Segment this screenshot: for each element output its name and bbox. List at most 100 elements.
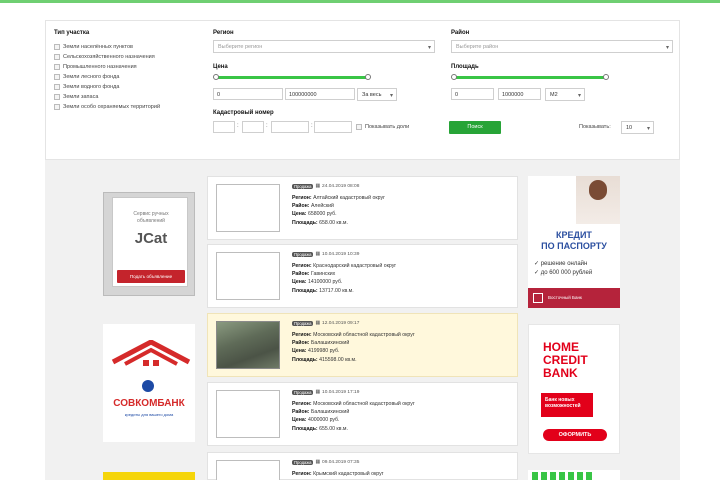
separator: : — [266, 123, 268, 129]
price-label: Цена — [213, 64, 228, 70]
filter-panel: Тип участка Земли населённых пунктов Сел… — [45, 20, 680, 160]
listing-region: Крымский кадастровый округ — [313, 471, 384, 477]
listing-thumbnail[interactable] — [216, 252, 280, 300]
region-select[interactable]: Выберите регион ▾ — [213, 40, 435, 53]
price-unit-select[interactable]: За весь ▾ — [357, 88, 397, 101]
sovcombank-ad[interactable]: СОВКОМБАНК кредиты для вашего дома — [103, 324, 195, 442]
listing-price: 4000000 руб. — [307, 417, 340, 424]
chevron-down-icon: ▾ — [389, 93, 393, 99]
sovcombank-emblem-icon — [142, 380, 154, 392]
chevron-down-icon: ▾ — [665, 45, 669, 51]
cadastral-part-4[interactable] — [314, 121, 352, 133]
land-type-option[interactable]: Земли водного фонда — [54, 84, 119, 90]
area-max-handle[interactable] — [603, 74, 609, 80]
listing-region: Алтайский кадастровый округ — [313, 195, 385, 201]
checkbox[interactable] — [54, 64, 60, 70]
listing-date: 09.04.2019 07:35 — [322, 460, 360, 465]
person-figure — [589, 180, 607, 200]
chevron-down-icon: ▾ — [646, 126, 650, 132]
land-type-option[interactable]: Земли лесного фонда — [54, 74, 119, 80]
ad-text: объявлений — [137, 218, 165, 224]
credit-title: КРЕДИТ — [556, 230, 592, 240]
yellow-ad[interactable] — [103, 472, 195, 480]
price-max-input[interactable]: 100000000 — [285, 88, 355, 100]
district-select[interactable]: Выберите район ▾ — [451, 40, 673, 53]
area-max-input[interactable]: 1000000 — [498, 88, 541, 100]
listing-date: 10.04.2019 17:19 — [322, 390, 360, 395]
land-type-option[interactable]: Земли запаса — [54, 94, 98, 100]
listing-region: Московский областной кадастровый округ — [313, 401, 415, 407]
listing-area: 655.00 кв.м. — [319, 425, 348, 432]
land-type-option[interactable]: Промышленного назначения — [54, 64, 137, 70]
listing-card[interactable]: Продажа ▦ 24.04.2019 08:08 Регион: Алтайск… — [207, 176, 518, 240]
listing-meta: Продажа ▦ 09.04.2019 07:35 — [292, 460, 359, 465]
area-unit-select[interactable]: М2 ▾ — [545, 88, 585, 101]
listing-district: Гавинских — [310, 271, 336, 278]
listing-meta: Продажа ▦ 12.04.2019 09:17 — [292, 321, 359, 326]
listing-type-badge: Продажа — [292, 252, 314, 257]
area-label: Площадь — [451, 64, 479, 70]
listing-details: Регион: Алтайский кадастровый округ Райо… — [292, 195, 385, 226]
listing-details: Регион: Московский областной кадастровый… — [292, 332, 415, 363]
search-button[interactable]: Поиск — [449, 121, 501, 134]
home-credit-ad[interactable]: HOME CREDIT BANK Банк новых возможностей… — [528, 324, 620, 454]
listing-thumbnail[interactable] — [216, 390, 280, 438]
calendar-icon: ▦ — [315, 252, 321, 257]
listing-card[interactable]: Продажа ▦ 09.04.2019 07:35 Регион: Крымски… — [207, 452, 518, 480]
listing-price: 658000 руб. — [307, 211, 337, 218]
area-min-input[interactable]: 0 — [451, 88, 494, 100]
credit-benefit: ✓ до 600 000 рублей — [534, 270, 593, 276]
listing-type-badge: Продажа — [292, 321, 314, 326]
land-type-option[interactable]: Земли особо охраняемых территорий — [54, 104, 160, 110]
checkbox[interactable] — [54, 84, 60, 90]
jcat-ad[interactable]: Сервис ручных объявлений JCat Подать объ… — [103, 192, 195, 296]
price-min-input[interactable]: 0 — [213, 88, 283, 100]
checkbox[interactable] — [356, 124, 362, 130]
listing-area: 13717.00 кв.м. — [319, 287, 354, 294]
listing-thumbnail[interactable] — [216, 460, 280, 480]
calendar-icon: ▦ — [315, 390, 321, 395]
ad-logo — [532, 472, 592, 480]
price-range-slider[interactable] — [216, 76, 368, 79]
cadastral-part-3[interactable] — [271, 121, 309, 133]
listing-type-badge: Продажа — [292, 390, 314, 395]
land-type-option[interactable]: Земли населённых пунктов — [54, 44, 133, 50]
per-page-select[interactable]: 10 ▾ — [621, 121, 654, 134]
listing-type-badge: Продажа — [292, 460, 314, 465]
checkbox[interactable] — [54, 94, 60, 100]
listing-photo[interactable] — [216, 321, 280, 369]
post-ad-button[interactable]: Подать объявление — [117, 270, 185, 283]
listing-thumbnail[interactable] — [216, 184, 280, 232]
price-max-handle[interactable] — [365, 74, 371, 80]
credit-ad[interactable]: КРЕДИТ ПО ПАСПОРТУ ✓ решение онлайн ✓ до… — [528, 176, 620, 308]
cadastral-part-1[interactable] — [213, 121, 235, 133]
listing-area: 658.00 кв.м. — [319, 219, 348, 226]
price-min-handle[interactable] — [213, 74, 219, 80]
ad-photo — [576, 176, 620, 224]
apply-button[interactable]: ОФОРМИТЬ — [543, 429, 607, 441]
cadastral-part-2[interactable] — [242, 121, 264, 133]
checkbox[interactable] — [54, 74, 60, 80]
credit-title: ПО ПАСПОРТУ — [541, 241, 607, 251]
listing-card[interactable]: Продажа ▦ 12.04.2019 09:17 Регион: Московс… — [207, 313, 518, 377]
cadastral-label: Кадастровый номер — [213, 110, 274, 116]
calendar-icon: ▦ — [315, 460, 321, 465]
green-ad[interactable] — [528, 470, 620, 480]
listing-price: 14100000 руб. — [307, 279, 343, 286]
show-shares-option[interactable]: Показывать доли — [356, 124, 409, 130]
checkbox[interactable] — [54, 104, 60, 110]
listing-area: 415598.00 кв.м. — [319, 356, 357, 363]
bank-logo-icon — [533, 293, 543, 303]
listing-details: Регион: Краснодарский кадастровый округ … — [292, 263, 397, 294]
listing-card[interactable]: Продажа ▦ 10.04.2019 10:39 Регион: Краснод… — [207, 244, 518, 308]
house-logo-icon — [111, 340, 191, 366]
area-min-handle[interactable] — [451, 74, 457, 80]
separator: : — [311, 123, 313, 129]
area-range-slider[interactable] — [454, 76, 606, 79]
chevron-down-icon: ▾ — [577, 93, 581, 99]
checkbox[interactable] — [54, 54, 60, 60]
land-type-option[interactable]: Сельскохозяйственного назначения — [54, 54, 155, 60]
listing-card[interactable]: Продажа ▦ 10.04.2019 17:19 Регион: Московс… — [207, 382, 518, 446]
listing-type-badge: Продажа — [292, 184, 314, 189]
checkbox[interactable] — [54, 44, 60, 50]
